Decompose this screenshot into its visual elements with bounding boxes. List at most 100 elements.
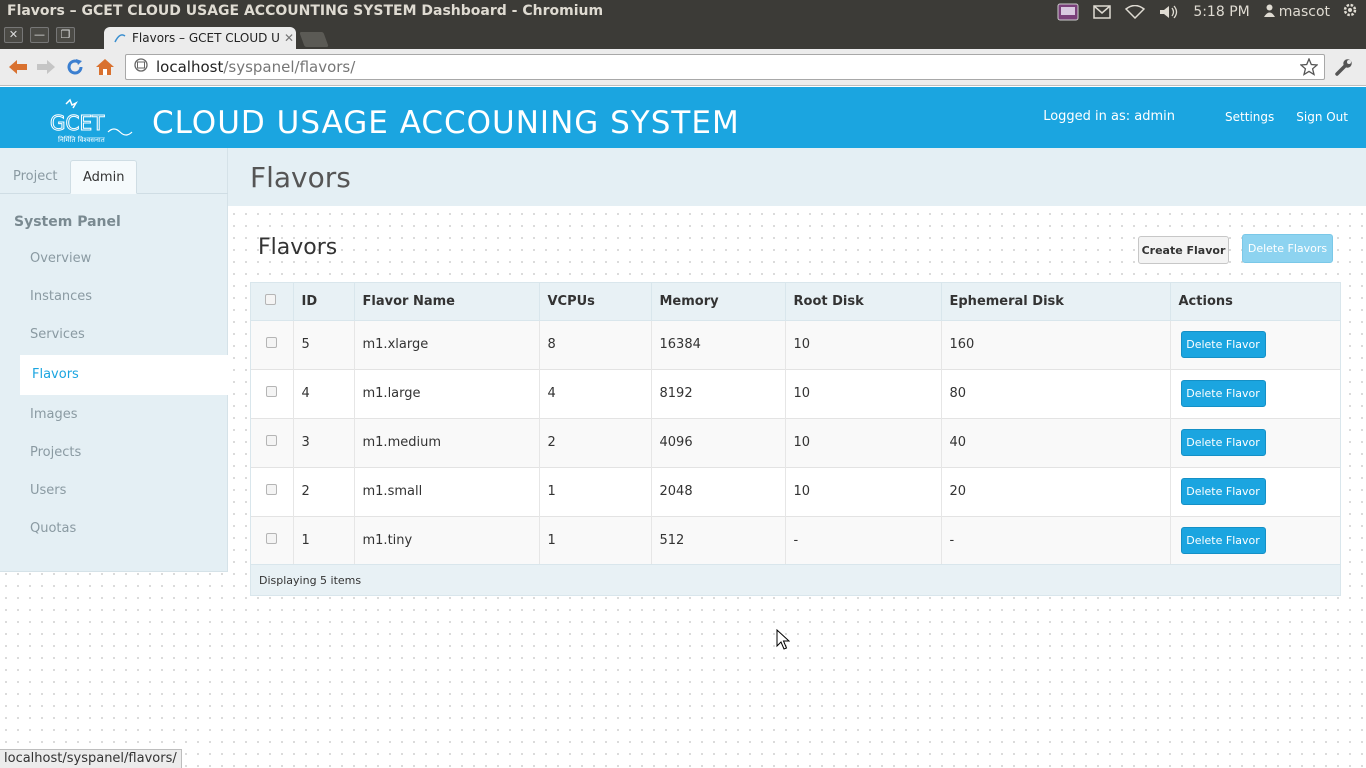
- row-checkbox[interactable]: [266, 533, 277, 544]
- maximize-window-icon[interactable]: ❐: [56, 27, 75, 43]
- delete-flavor-button[interactable]: Delete Flavor: [1180, 429, 1266, 456]
- cell-id: 2: [293, 467, 355, 516]
- row-checkbox-cell: [251, 320, 294, 369]
- page-title: Flavors: [250, 161, 351, 194]
- favicon-icon: [114, 32, 126, 44]
- cell-vcpus: 1: [539, 516, 652, 565]
- cell-ephemeral-disk: 40: [941, 418, 1171, 467]
- sidebar-item-instances[interactable]: Instances: [30, 289, 92, 304]
- col-actions: Actions: [1170, 283, 1340, 321]
- cell-ephemeral-disk: 160: [941, 320, 1171, 369]
- cell-id: 3: [293, 418, 355, 467]
- row-checkbox[interactable]: [266, 337, 277, 348]
- flavors-table: ID Flavor Name VCPUs Memory Root Disk Ep…: [250, 282, 1341, 596]
- tab-title: Flavors – GCET CLOUD USAGE ACCOUNTING SY…: [132, 31, 280, 45]
- col-id[interactable]: ID: [293, 283, 355, 321]
- sidebar-item-overview[interactable]: Overview: [30, 251, 91, 266]
- volume-icon[interactable]: [1159, 5, 1179, 19]
- select-all-checkbox[interactable]: [265, 293, 276, 305]
- cell-root-disk: 10: [785, 369, 942, 418]
- clock[interactable]: 5:18 PM: [1193, 4, 1249, 20]
- cell-actions: Delete Flavor: [1170, 418, 1340, 467]
- url-host: localhost: [156, 58, 224, 76]
- cell-id: 5: [293, 320, 355, 369]
- cell-actions: Delete Flavor: [1170, 369, 1340, 418]
- logo-text: GCET: [50, 111, 105, 135]
- cell-root-disk: 10: [785, 467, 942, 516]
- sidebar-item-flavors[interactable]: Flavors: [20, 355, 228, 395]
- sidebar-item-quotas[interactable]: Quotas: [30, 521, 76, 536]
- row-checkbox[interactable]: [266, 435, 277, 446]
- user-menu[interactable]: mascot: [1263, 4, 1330, 21]
- home-icon[interactable]: [94, 57, 116, 77]
- row-checkbox-cell: [251, 467, 294, 516]
- cell-id: 1: [293, 516, 355, 565]
- close-window-icon[interactable]: ✕: [4, 27, 23, 43]
- mouse-cursor-icon: [776, 628, 791, 655]
- status-bar-url: localhost/syspanel/flavors/: [0, 749, 182, 768]
- delete-flavor-button[interactable]: Delete Flavor: [1180, 380, 1266, 407]
- brand-title[interactable]: CLOUD USAGE ACCOUNING SYSTEM: [152, 105, 740, 141]
- gcet-logo[interactable]: GCET निर्मिति विश्वसनात: [48, 98, 136, 146]
- tab-admin[interactable]: Admin: [70, 160, 138, 194]
- reload-icon[interactable]: [64, 57, 86, 77]
- page-info-icon[interactable]: [134, 58, 148, 76]
- col-ephemeral-disk[interactable]: Ephemeral Disk: [941, 283, 1171, 321]
- cell-memory: 2048: [651, 467, 786, 516]
- new-tab-button[interactable]: [299, 32, 329, 47]
- user-name: mascot: [1278, 4, 1330, 20]
- delete-flavor-button[interactable]: Delete Flavor: [1180, 331, 1266, 358]
- address-bar[interactable]: localhost/syspanel/flavors/: [125, 54, 1325, 80]
- delete-flavor-button[interactable]: Delete Flavor: [1180, 478, 1266, 505]
- cell-root-disk: -: [785, 516, 942, 565]
- wrench-menu-icon[interactable]: [1335, 58, 1353, 80]
- back-icon[interactable]: [7, 57, 29, 77]
- settings-link[interactable]: Settings: [1225, 110, 1274, 124]
- cell-memory: 4096: [651, 418, 786, 467]
- table-row: 2 m1.small 1 2048 10 20 Delete Flavor: [251, 467, 1340, 516]
- power-gear-icon[interactable]: [1342, 2, 1358, 22]
- sidebar-item-services[interactable]: Services: [30, 327, 85, 342]
- browser-tab[interactable]: Flavors – GCET CLOUD USAGE ACCOUNTING SY…: [104, 27, 296, 49]
- col-vcpus[interactable]: VCPUs: [539, 283, 652, 321]
- indicator-applet-icon[interactable]: [1057, 3, 1079, 21]
- sidebar-item-projects[interactable]: Projects: [30, 445, 81, 460]
- minimize-window-icon[interactable]: —: [30, 27, 49, 43]
- browser-toolbar: localhost/syspanel/flavors/: [0, 49, 1366, 86]
- sidebar: Project Admin System Panel Overview Inst…: [0, 148, 228, 572]
- cell-ephemeral-disk: 20: [941, 467, 1171, 516]
- row-checkbox-cell: [251, 516, 294, 565]
- tab-project[interactable]: Project: [1, 160, 69, 194]
- table-footer: Displaying 5 items: [251, 564, 1340, 595]
- row-checkbox[interactable]: [266, 484, 277, 495]
- wifi-icon[interactable]: [1125, 5, 1146, 19]
- cell-flavor-name: m1.tiny: [354, 516, 540, 565]
- sidebar-item-images[interactable]: Images: [30, 407, 78, 422]
- tab-close-icon[interactable]: ✕: [284, 31, 294, 45]
- cell-id: 4: [293, 369, 355, 418]
- mail-icon[interactable]: [1093, 5, 1112, 19]
- col-memory[interactable]: Memory: [651, 283, 786, 321]
- sign-out-link[interactable]: Sign Out: [1296, 110, 1348, 124]
- os-top-panel: Flavors – GCET CLOUD USAGE ACCOUNTING SY…: [0, 0, 1366, 24]
- col-flavor-name[interactable]: Flavor Name: [354, 283, 540, 321]
- logo-subtext: निर्मिति विश्वसनात: [58, 135, 106, 144]
- table-row: 1 m1.tiny 1 512 - - Delete Flavor: [251, 516, 1340, 565]
- bookmark-star-icon[interactable]: [1299, 57, 1319, 80]
- cell-memory: 512: [651, 516, 786, 565]
- sidebar-item-users[interactable]: Users: [30, 483, 66, 498]
- cell-ephemeral-disk: -: [941, 516, 1171, 565]
- cell-actions: Delete Flavor: [1170, 467, 1340, 516]
- row-checkbox[interactable]: [266, 386, 277, 397]
- delete-flavor-button[interactable]: Delete Flavor: [1180, 527, 1266, 554]
- cell-vcpus: 8: [539, 320, 652, 369]
- forward-icon[interactable]: [35, 57, 57, 77]
- row-checkbox-cell: [251, 418, 294, 467]
- cell-root-disk: 10: [785, 320, 942, 369]
- table-header-row: ID Flavor Name VCPUs Memory Root Disk Ep…: [251, 283, 1340, 321]
- user-icon: [1263, 4, 1275, 21]
- select-all-checkbox-cell: [251, 283, 294, 321]
- col-root-disk[interactable]: Root Disk: [785, 283, 942, 321]
- create-flavor-button[interactable]: Create Flavor: [1138, 236, 1229, 264]
- delete-flavors-button[interactable]: Delete Flavors: [1242, 234, 1333, 263]
